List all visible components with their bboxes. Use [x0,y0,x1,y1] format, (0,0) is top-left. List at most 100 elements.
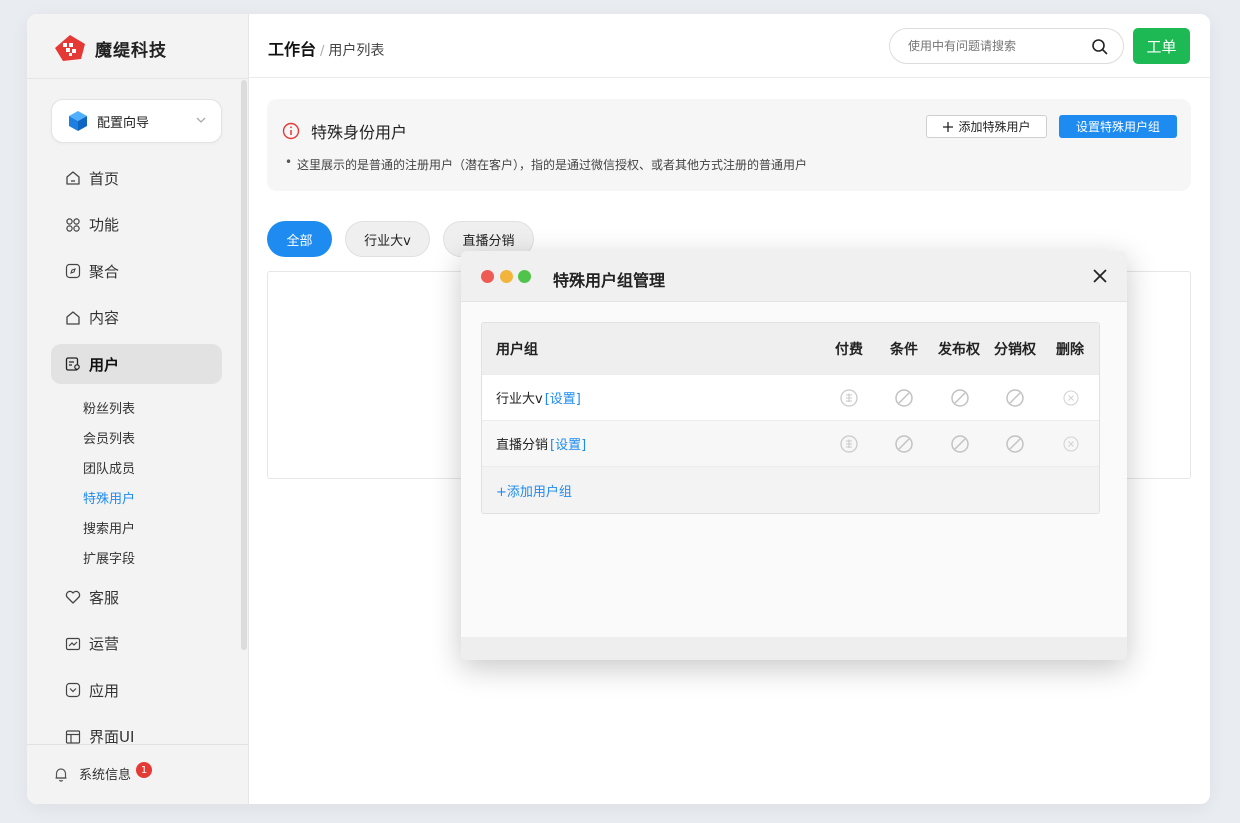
top-header: 工作台 / 用户列表 工单 [249,14,1210,78]
group-setting-link[interactable]: [设置] [550,434,586,453]
notice-title: 特殊身份用户 [311,123,408,142]
search-input[interactable] [908,39,1088,53]
group-setting-link[interactable]: [设置] [545,388,581,407]
subnav-item-search-users[interactable]: 搜索用户 [83,520,135,550]
plus-icon [943,121,954,132]
disabled-icon[interactable] [1005,421,1025,466]
notification-badge: 1 [136,762,152,778]
add-group-cell: +添加用户组 [496,467,572,513]
notice-description: 这里展示的是普通的注册用户（潜在客户），指的是通过微信授权、或者其他方式注册的普… [285,155,807,173]
sidebar-item-home[interactable]: 首页 [51,158,222,198]
column-header-paid: 付费 [835,341,863,358]
sidebar-item-label: 用户 [89,355,120,374]
group-table: 用户组 付费 条件 发布权 分销权 删除 行业大v [设置] 直播分销 [设置]… [481,322,1100,514]
sidebar-item-content[interactable]: 内容 [51,298,222,338]
app-icon [65,682,81,698]
filter-all[interactable]: 全部 [267,221,332,257]
column-header-delete: 删除 [1056,341,1084,358]
close-icon[interactable] [1091,267,1109,285]
column-header-publish: 发布权 [938,341,980,358]
breadcrumb-root[interactable]: 工作台 [268,36,316,60]
sidebar-item-apps[interactable]: 应用 [51,670,222,710]
modal-footer [461,637,1127,660]
sidebar-scrollbar[interactable] [241,80,247,650]
disabled-icon[interactable] [1005,375,1025,420]
brand-name: 魔缇科技 [95,40,167,61]
subnav-item-members[interactable]: 会员列表 [83,430,135,460]
sidebar: 魔缇科技 配置向导 首页 功能 聚合 内容 用户 粉丝列表 会员列表 团队成员 … [27,14,249,804]
filter-industry-v[interactable]: 行业大v [345,221,430,257]
delete-icon[interactable] [1061,375,1081,420]
sidebar-item-aggregate[interactable]: 聚合 [51,251,222,291]
disabled-icon[interactable] [894,421,914,466]
breadcrumb-separator: / [320,44,325,59]
cube-icon [69,111,87,131]
home-icon [65,170,81,186]
config-guide-button[interactable]: 配置向导 [51,99,222,143]
search-icon[interactable] [1091,38,1109,56]
sidebar-item-label: 功能 [89,216,120,235]
add-group-link[interactable]: +添加用户组 [496,481,572,500]
logo-icon [55,35,85,61]
add-group-row: +添加用户组 [482,467,1099,513]
heart-icon [65,589,81,605]
sidebar-item-label: 首页 [89,169,120,188]
sidebar-item-label: 聚合 [89,262,120,281]
sidebar-divider [27,78,249,79]
sidebar-item-label: 客服 [89,588,120,607]
window-minimize-dot[interactable] [500,270,513,283]
disabled-icon[interactable] [894,375,914,420]
subnav-item-fans[interactable]: 粉丝列表 [83,400,135,430]
breadcrumb: 工作台 / 用户列表 [268,36,384,60]
set-special-group-button[interactable]: 设置特殊用户组 [1059,115,1177,138]
sidebar-item-service[interactable]: 客服 [51,577,222,617]
chart-icon [65,636,81,652]
sidebar-item-label: 应用 [89,681,120,700]
user-card-icon [65,356,81,372]
notice-panel: 特殊身份用户 这里展示的是普通的注册用户（潜在客户），指的是通过微信授权、或者其… [267,99,1191,191]
column-header-group: 用户组 [496,341,538,358]
disabled-icon[interactable] [950,375,970,420]
group-name: 行业大v [496,392,543,407]
config-guide-label: 配置向导 [97,115,150,131]
free-icon[interactable] [839,421,859,466]
subnav-item-team[interactable]: 团队成员 [83,460,135,490]
info-icon [282,122,300,140]
add-special-user-button[interactable]: 添加特殊用户 [926,115,1047,138]
brand-logo[interactable]: 魔缇科技 [53,34,167,62]
sidebar-item-interface[interactable]: 界面UI [51,717,222,757]
chevron-down-icon [196,117,206,123]
grid-icon [65,217,81,233]
table-row: 行业大v [设置] [482,375,1099,421]
subnav-item-special-users[interactable]: 特殊用户 [83,490,135,520]
disabled-icon[interactable] [950,421,970,466]
sidebar-nav: 首页 功能 聚合 内容 用户 [51,158,222,391]
table-header: 用户组 付费 条件 发布权 分销权 删除 [482,323,1099,375]
column-header-condition: 条件 [890,341,918,358]
free-icon[interactable] [839,375,859,420]
window-close-dot[interactable] [481,270,494,283]
search-box [889,28,1124,64]
table-row: 直播分销 [设置] [482,421,1099,467]
sidebar-item-operations[interactable]: 运营 [51,624,222,664]
system-info-label: 系统信息 [79,768,132,783]
ticket-button[interactable]: 工单 [1133,28,1190,64]
column-header-distribution: 分销权 [994,341,1036,358]
sidebar-item-label: 运营 [89,635,120,654]
window-maximize-dot[interactable] [518,270,531,283]
sidebar-item-features[interactable]: 功能 [51,205,222,245]
sidebar-nav-secondary: 客服 运营 应用 界面UI [51,577,222,763]
system-info-button[interactable]: 系统信息 [53,764,131,783]
group-name-cell: 行业大v [设置] [496,375,581,420]
users-subnav: 粉丝列表 会员列表 团队成员 特殊用户 搜索用户 扩展字段 [83,400,135,580]
breadcrumb-current: 用户列表 [328,43,385,59]
sidebar-divider [27,744,249,745]
subnav-item-extended-fields[interactable]: 扩展字段 [83,550,135,580]
sidebar-item-label: 内容 [89,309,120,328]
group-name-cell: 直播分销 [设置] [496,421,586,466]
bell-icon [55,767,67,782]
delete-icon[interactable] [1061,421,1081,466]
modal-title: 特殊用户组管理 [553,271,666,290]
sidebar-item-users[interactable]: 用户 [51,344,222,385]
compass-icon [65,263,81,279]
